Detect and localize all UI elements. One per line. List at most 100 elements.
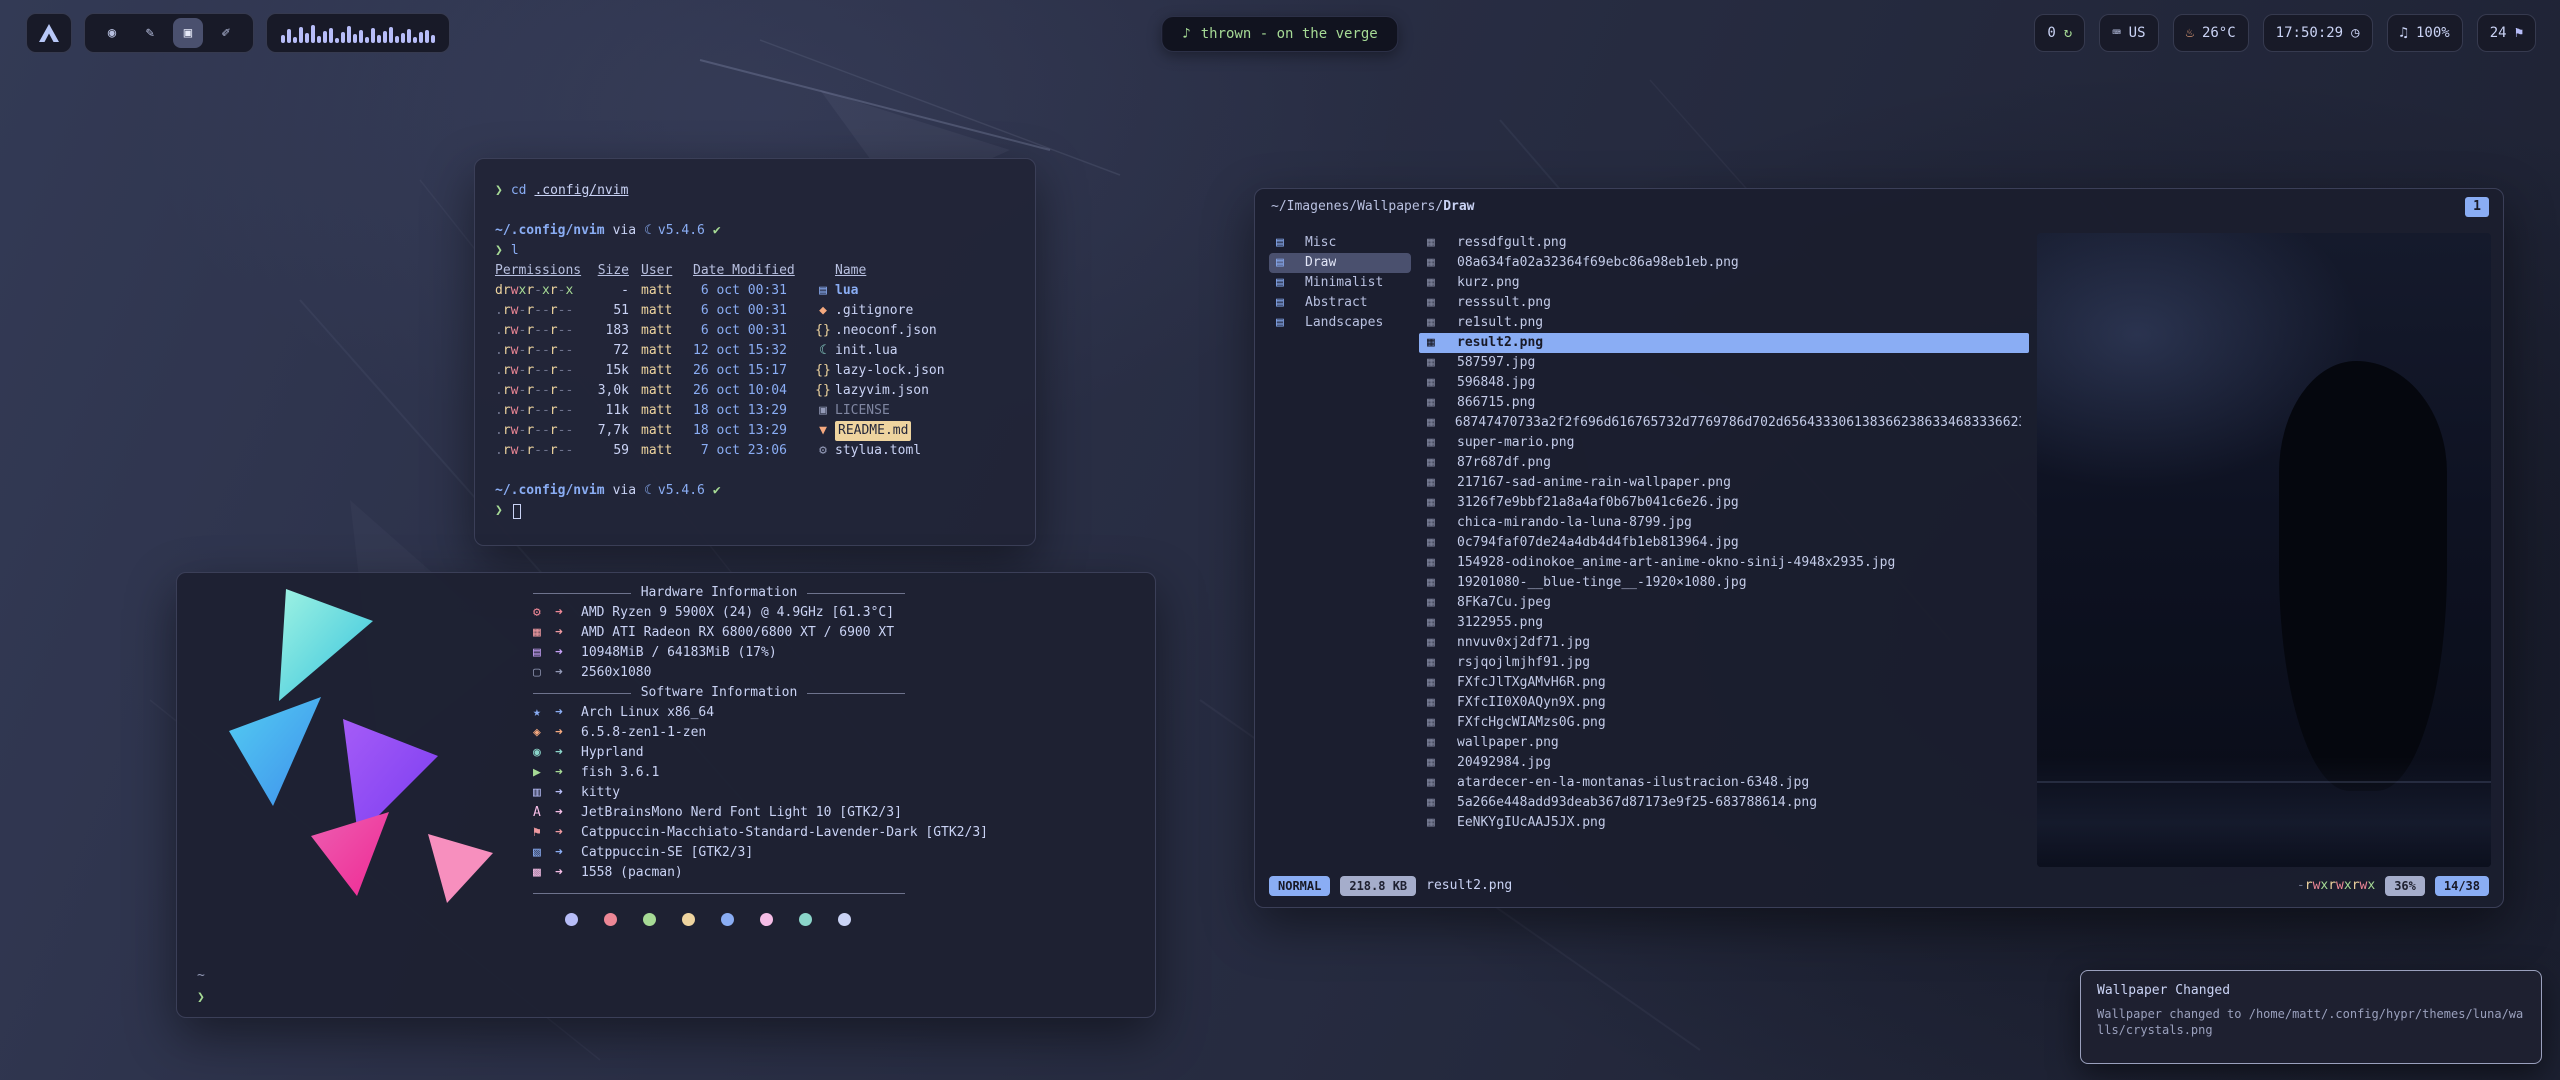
module-updates[interactable]: 0↻ xyxy=(2034,14,2085,52)
module-clock[interactable]: 17:50:29◷ xyxy=(2263,14,2373,52)
file-row[interactable]: ▦rsjqojlmjhf91.jpg xyxy=(1419,653,2029,673)
module-temperature[interactable]: ♨26°C xyxy=(2173,14,2249,52)
perm-char: . xyxy=(495,303,503,318)
launcher-button[interactable] xyxy=(26,13,72,53)
fetch-window[interactable]: Hardware Information ⚙➜AMD Ryzen 9 5900X… xyxy=(176,572,1156,1018)
file-row-name: chica-mirando-la-luna-8799.jpg xyxy=(1457,513,1692,533)
file-permissions: .rw-r--r-- xyxy=(495,401,581,421)
folder-icon: ▤ xyxy=(1276,273,1298,293)
file-row-name: 217167-sad-anime-rain-wallpaper.png xyxy=(1457,473,1731,493)
sidebar-item-misc[interactable]: ▤Misc xyxy=(1269,233,1411,253)
file-row-name: nnvuv0xj2df71.jpg xyxy=(1457,633,1590,653)
image-file-icon: ▦ xyxy=(1427,393,1449,413)
file-row[interactable]: ▦68747470733a2f2f696d616765732d7769786d7… xyxy=(1419,413,2029,433)
file-row[interactable]: ▦ressdfgult.png xyxy=(1419,233,2029,253)
perm-char: r xyxy=(526,423,534,438)
tab-indicator[interactable]: 1 xyxy=(2465,197,2489,217)
audio-visualizer-widget[interactable] xyxy=(266,13,450,53)
file-row[interactable]: ▦587597.jpg xyxy=(1419,353,2029,373)
file-row[interactable]: ▦8FKa7Cu.jpeg xyxy=(1419,593,2029,613)
lua-version: ☾v5.4.6 xyxy=(644,481,705,501)
file-row[interactable]: ▦super-mario.png xyxy=(1419,433,2029,453)
arrow-icon: ➜ xyxy=(555,843,581,863)
image-file-icon: ▦ xyxy=(1427,613,1449,633)
module-notifications[interactable]: 24⚑ xyxy=(2477,14,2536,52)
workspace-button-4[interactable]: ✐ xyxy=(211,18,241,48)
file-row[interactable]: ▦217167-sad-anime-rain-wallpaper.png xyxy=(1419,473,2029,493)
file-row-name: resssult.png xyxy=(1457,293,1551,313)
terminal-window[interactable]: ❯cd.config/nvim ~/.config/nvimvia☾v5.4.6… xyxy=(474,158,1036,546)
file-row[interactable]: ▦chica-mirando-la-luna-8799.jpg xyxy=(1419,513,2029,533)
file-row[interactable]: ▦3122955.png xyxy=(1419,613,2029,633)
file-row[interactable]: ▦5a266e448add93deab367d87173e9f25-683788… xyxy=(1419,793,2029,813)
file-row[interactable]: ▦87r687df.png xyxy=(1419,453,2029,473)
perm-char: x xyxy=(565,283,573,298)
file-type-icon: ◆ xyxy=(811,301,835,321)
file-row[interactable]: ▦596848.jpg xyxy=(1419,373,2029,393)
file-row[interactable]: ▦154928-odinokoe_anime-art-anime-okno-si… xyxy=(1419,553,2029,573)
file-row[interactable]: ▦0c794faf07de24a4db4d4fb1eb813964.jpg xyxy=(1419,533,2029,553)
file-row[interactable]: ▦3126f7e9bbf21a8a4af0b67b041c6e26.jpg xyxy=(1419,493,2029,513)
media-player-widget[interactable]: ♪ thrown - on the verge xyxy=(1161,16,1398,52)
shell-command-line: ❯l xyxy=(495,241,1015,261)
file-manager-window[interactable]: ~/Imagenes/Wallpapers/Draw 1 ▤Misc▤Draw▤… xyxy=(1254,188,2504,908)
image-file-icon: ▦ xyxy=(1427,653,1449,673)
file-row[interactable]: ▦866715.png xyxy=(1419,393,2029,413)
blank-line xyxy=(495,201,1015,221)
module-volume[interactable]: ♫100% xyxy=(2387,14,2463,52)
divider-line xyxy=(533,593,631,594)
file-row[interactable]: ▦EeNKYgIUcAAJ5JX.png xyxy=(1419,813,2029,833)
file-type-icon: ▤ xyxy=(811,281,835,301)
file-row[interactable]: ▦re1sult.png xyxy=(1419,313,2029,333)
perm-char: r xyxy=(526,283,534,298)
perm-char: . xyxy=(495,323,503,338)
gpu-value: AMD ATI Radeon RX 6800/6800 XT / 6900 XT xyxy=(581,623,894,643)
perm-char: . xyxy=(495,403,503,418)
file-row[interactable]: ▦wallpaper.png xyxy=(1419,733,2029,753)
file-row[interactable]: ▦atardecer-en-la-montanas-ilustracion-63… xyxy=(1419,773,2029,793)
column-header-name: Name xyxy=(835,261,1015,281)
file-row[interactable]: ▦20492984.jpg xyxy=(1419,753,2029,773)
clock-value: 17:50:29 xyxy=(2276,25,2343,41)
file-row[interactable]: ▦FXfcHgcWIAMzs0G.png xyxy=(1419,713,2029,733)
workspace-button-3[interactable]: ▣ xyxy=(173,18,203,48)
file-row[interactable]: ▦FXfcII0X0AQyn9X.png xyxy=(1419,693,2029,713)
sidebar-item-minimalist[interactable]: ▤Minimalist xyxy=(1269,273,1411,293)
file-row[interactable]: ▦19201080-__blue-tinge__-1920×1080.jpg xyxy=(1419,573,2029,593)
perm-char: r xyxy=(550,363,558,378)
workspace-button-2[interactable]: ✎ xyxy=(135,18,165,48)
file-row[interactable]: ▦nnvuv0xj2df71.jpg xyxy=(1419,633,2029,653)
column-header-label: Date Modified xyxy=(693,263,795,278)
file-permissions: .rw-r--r-- xyxy=(495,341,581,361)
file-row-name: ressdfgult.png xyxy=(1457,233,1567,253)
arrow-icon: ➜ xyxy=(555,623,581,643)
position-badge: 14/38 xyxy=(2435,876,2489,896)
image-file-icon: ▦ xyxy=(1427,673,1449,693)
ls-row: .rw-r--r--3,0kmatt26 oct 10:04{}lazyvim.… xyxy=(495,381,1015,401)
folder-icon: ▤ xyxy=(1276,313,1298,333)
workspace-button-1[interactable]: ◉ xyxy=(97,18,127,48)
terminal-cursor xyxy=(513,504,521,519)
file-row[interactable]: ▦08a634fa02a32364f69ebc86a98eb1eb.png xyxy=(1419,253,2029,273)
file-row[interactable]: ▦result2.png xyxy=(1419,333,2029,353)
sidebar-item-abstract[interactable]: ▤Abstract xyxy=(1269,293,1411,313)
viz-bar xyxy=(407,29,411,43)
section-title-text: Hardware Information xyxy=(641,583,798,603)
lua-moon-icon: ☾ xyxy=(644,481,652,501)
color-dot xyxy=(721,913,734,926)
module-keyboard-layout[interactable]: ⌨US xyxy=(2099,14,2158,52)
resolution-value: 2560x1080 xyxy=(581,663,651,683)
viz-bar xyxy=(287,29,291,43)
folder-icon: ▤ xyxy=(1276,233,1298,253)
file-row[interactable]: ▦kurz.png xyxy=(1419,273,2029,293)
sidebar-item-landscapes[interactable]: ▤Landscapes xyxy=(1269,313,1411,333)
notification-popup[interactable]: Wallpaper Changed Wallpaper changed to /… xyxy=(2080,970,2542,1064)
perm-char: - xyxy=(565,443,573,458)
file-row[interactable]: ▦FXfcJlTXgAMvH6R.png xyxy=(1419,673,2029,693)
viz-bar xyxy=(359,30,363,43)
top-bar-right: 0↻ ⌨US ♨26°C 17:50:29◷ ♫100% 24⚑ xyxy=(2034,14,2536,52)
ls-row: .rw-r--r--72matt12 oct 15:32☾init.lua xyxy=(495,341,1015,361)
file-row[interactable]: ▦resssult.png xyxy=(1419,293,2029,313)
sidebar-item-draw[interactable]: ▤Draw xyxy=(1269,253,1411,273)
perm-char: - xyxy=(565,363,573,378)
